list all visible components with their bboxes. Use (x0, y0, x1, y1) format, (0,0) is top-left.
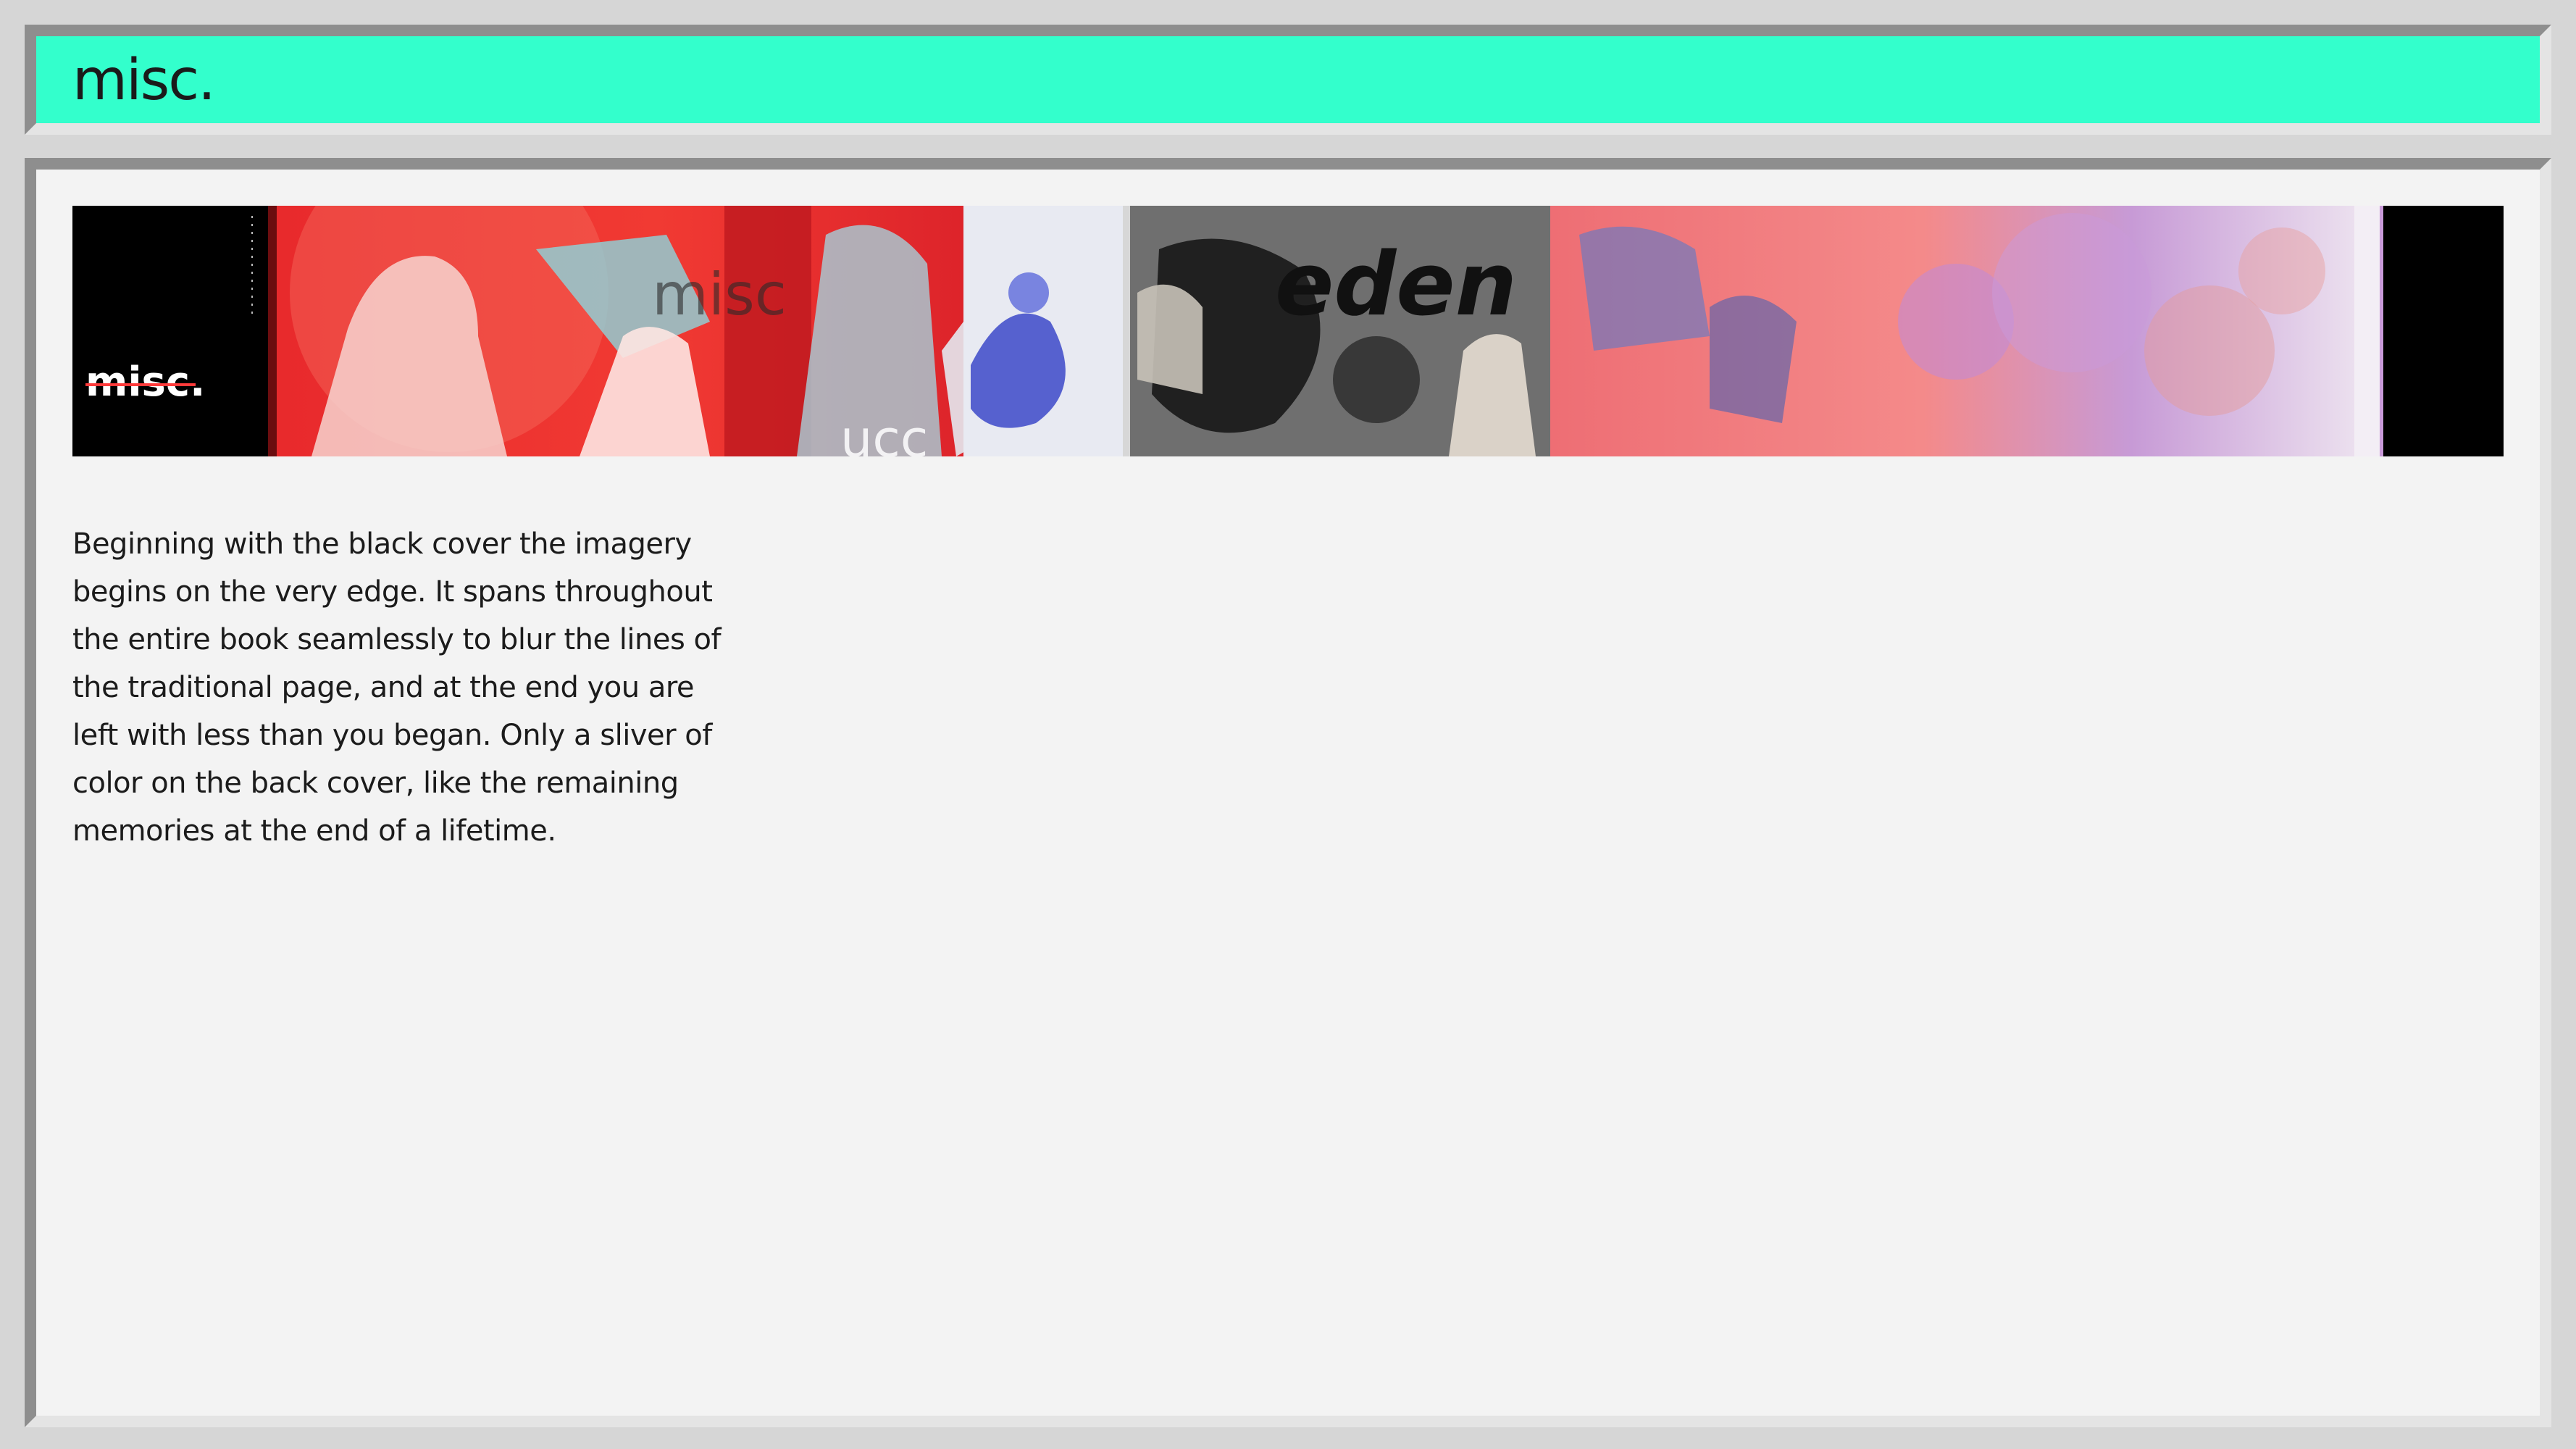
title-window: misc. (25, 25, 2551, 135)
banner-word-misc: misc (652, 261, 787, 328)
page-title: misc. (72, 48, 216, 113)
banner-logo-text: misc. (85, 359, 205, 406)
book-description: Beginning with the black cover the image… (72, 527, 722, 848)
desktop-frame: misc. misc. misc ucc eden Beginning with… (0, 0, 2576, 1449)
book-spread-banner-image: misc. misc ucc eden (72, 206, 2504, 456)
main-window: misc. misc ucc eden Beginning with the b… (25, 158, 2551, 1427)
banner-word-eden: eden (1275, 235, 1517, 335)
book-spread-artwork: misc. misc ucc eden (72, 206, 2504, 456)
banner-word-ucc: ucc (840, 409, 928, 456)
